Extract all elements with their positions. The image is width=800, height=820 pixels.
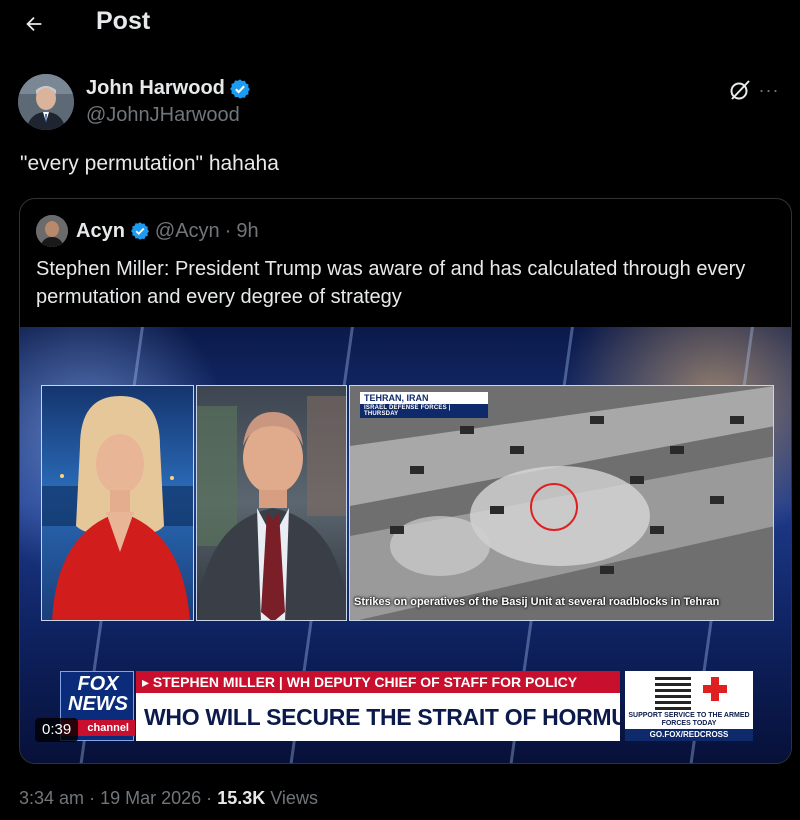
views-count: 15.3K	[217, 788, 266, 808]
logo-text: NEWS	[68, 693, 128, 715]
quote-author-handle: @Acyn	[154, 219, 220, 242]
location-badge: TEHRAN, IRAN ISRAEL DEFENSE FORCES | THU…	[360, 392, 488, 418]
location-source: ISRAEL DEFENSE FORCES | THURSDAY	[360, 404, 488, 418]
post-text: "every permutation" hahaha	[20, 152, 279, 175]
promo-url: GO.FOX/REDCROSS	[625, 729, 753, 741]
quoted-post[interactable]: Acyn @Acyn · 9h Stephen Miller: Presiden…	[19, 198, 792, 764]
video-player[interactable]: TEHRAN, IRAN ISRAEL DEFENSE FORCES | THU…	[20, 327, 791, 763]
quote-header: Acyn @Acyn · 9h	[36, 215, 259, 247]
strike-footage-panel: TEHRAN, IRAN ISRAEL DEFENSE FORCES | THU…	[349, 385, 774, 621]
grok-button[interactable]	[726, 76, 754, 104]
author-avatar[interactable]	[18, 74, 74, 130]
quote-text: Stephen Miller: President Trump was awar…	[36, 258, 746, 308]
author-name[interactable]: John Harwood	[86, 77, 225, 100]
verified-badge-icon	[130, 222, 149, 240]
red-cross-icon	[703, 685, 727, 693]
quote-separator: ·	[224, 219, 232, 242]
meta-separator: ·	[89, 788, 96, 808]
header-bar: Post	[0, 0, 800, 48]
lower-third-tag: ▸ STEPHEN MILLER | WH DEPUTY CHIEF OF ST…	[136, 671, 620, 693]
more-dots-icon: ···	[758, 79, 780, 100]
arrow-left-icon	[26, 16, 42, 32]
target-marker	[530, 483, 578, 531]
author-handle[interactable]: @JohnJHarwood	[86, 104, 240, 127]
quote-timestamp: 9h	[236, 219, 259, 242]
red-cross-promo: SUPPORT SERVICE TO THE ARMED FORCES TODA…	[625, 671, 753, 741]
back-button[interactable]	[18, 8, 50, 40]
location-city: TEHRAN, IRAN	[360, 392, 488, 404]
quote-author-name: Acyn	[76, 219, 125, 242]
footage-caption: Strikes on operatives of the Basij Unit …	[354, 596, 720, 608]
video-duration: 0:39	[35, 718, 79, 742]
views-label: Views	[270, 788, 318, 808]
post-date[interactable]: 19 Mar 2026	[100, 788, 201, 808]
post-metadata: 3:34 am · 19 Mar 2026 · 15.3K Views	[19, 788, 318, 809]
page-title: Post	[96, 7, 151, 35]
logo-text: FOX	[77, 673, 119, 695]
qr-code-icon	[655, 674, 691, 710]
host-video-panel	[41, 385, 194, 621]
verified-badge-icon	[229, 78, 250, 99]
grok-icon	[730, 80, 750, 100]
post-author: John Harwood @JohnJHarwood ···	[18, 72, 782, 132]
promo-text: SUPPORT SERVICE TO THE ARMED FORCES TODA…	[628, 712, 750, 727]
meta-separator: ·	[206, 788, 213, 808]
guest-video-panel	[196, 385, 347, 621]
more-options-button[interactable]: ···	[756, 76, 782, 104]
quote-avatar	[36, 215, 68, 247]
author-name-row[interactable]: John Harwood	[86, 77, 251, 100]
post-time[interactable]: 3:34 am	[19, 788, 84, 808]
lower-third-headline: WHO WILL SECURE THE STRAIT OF HORMUZ?	[136, 693, 620, 741]
avatar-image	[18, 74, 74, 130]
